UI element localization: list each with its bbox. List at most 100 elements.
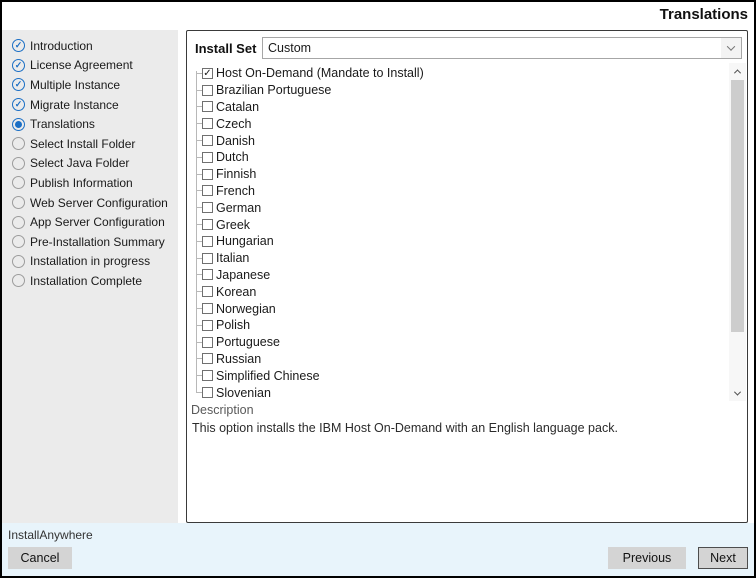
translation-option[interactable]: Japanese	[195, 267, 723, 284]
option-label: Portuguese	[216, 335, 280, 349]
scrollbar-thumb[interactable]	[731, 80, 744, 332]
option-label: German	[216, 201, 261, 215]
installanywhere-brand: InstallAnywhere	[8, 528, 93, 542]
option-label: Danish	[216, 134, 255, 148]
wizard-step: Web Server Configuration	[12, 193, 178, 213]
translation-option[interactable]: Russian	[195, 351, 723, 368]
checkbox[interactable]	[202, 337, 213, 348]
checkbox[interactable]	[202, 85, 213, 96]
title-bar: Translations	[2, 2, 754, 30]
translation-option[interactable]: Brazilian Portuguese	[195, 82, 723, 99]
step-complete-icon: ✓	[12, 78, 25, 91]
chevron-down-icon[interactable]	[721, 38, 741, 58]
wizard-steps: ✓Introduction✓License Agreement✓Multiple…	[12, 36, 178, 291]
translation-option[interactable]: Czech	[195, 115, 723, 132]
translation-option[interactable]: Finnish	[195, 166, 723, 183]
step-complete-icon: ✓	[12, 98, 25, 111]
scroll-up-icon[interactable]	[729, 63, 746, 79]
option-label: Greek	[216, 218, 250, 232]
previous-button[interactable]: Previous	[608, 547, 686, 569]
translation-option[interactable]: French	[195, 183, 723, 200]
option-label: Polish	[216, 318, 250, 332]
installer-window: Translations ✓Introduction✓License Agree…	[0, 0, 756, 578]
step-pending-icon	[12, 157, 25, 170]
wizard-step: ✓Multiple Instance	[12, 75, 178, 95]
checkbox[interactable]	[202, 269, 213, 280]
checkbox[interactable]	[202, 101, 213, 112]
step-complete-icon: ✓	[12, 39, 25, 52]
wizard-step: ✓ License Agreement	[12, 56, 178, 76]
translation-option[interactable]: Greek	[195, 216, 723, 233]
option-label: Brazilian Portuguese	[216, 83, 331, 97]
option-label: Korean	[216, 285, 256, 299]
option-label: Italian	[216, 251, 249, 265]
wizard-step: Select Java Folder	[12, 154, 178, 174]
checkbox[interactable]	[202, 253, 213, 264]
checkbox[interactable]	[202, 387, 213, 398]
step-pending-icon	[12, 255, 25, 268]
wizard-step-label: App Server Configuration	[30, 215, 165, 229]
wizard-step-label: Pre-Installation Summary	[30, 235, 165, 249]
checkbox[interactable]	[202, 185, 213, 196]
translation-option[interactable]: Norwegian	[195, 300, 723, 317]
option-label: Dutch	[216, 150, 249, 164]
checkbox[interactable]	[202, 135, 213, 146]
scroll-down-icon[interactable]	[729, 385, 746, 401]
checkbox[interactable]	[202, 118, 213, 129]
description-text: This option installs the IBM Host On-Dem…	[192, 421, 737, 435]
wizard-step-label: Select Java Folder	[30, 156, 129, 170]
wizard-step: Select Install Folder	[12, 134, 178, 154]
step-pending-icon	[12, 235, 25, 248]
footer-bar: InstallAnywhere Cancel Previous Next	[2, 523, 754, 576]
wizard-step-label: License Agreement	[30, 58, 133, 72]
translation-option[interactable]: Danish	[195, 132, 723, 149]
checkbox[interactable]	[202, 169, 213, 180]
option-label: Catalan	[216, 100, 259, 114]
option-label: Norwegian	[216, 302, 276, 316]
translation-option[interactable]: Portuguese	[195, 334, 723, 351]
main-panel: Install Set Custom ✓Host On-Demand (Mand…	[186, 30, 748, 523]
install-set-select[interactable]: Custom	[262, 37, 742, 59]
checkbox[interactable]	[202, 202, 213, 213]
translation-option[interactable]: Catalan	[195, 99, 723, 116]
wizard-step: App Server Configuration	[12, 212, 178, 232]
step-pending-icon	[12, 196, 25, 209]
checkbox[interactable]	[202, 219, 213, 230]
translation-option[interactable]: Hungarian	[195, 233, 723, 250]
step-complete-icon: ✓	[12, 59, 25, 72]
checkbox[interactable]	[202, 303, 213, 314]
translation-option[interactable]: Simplified Chinese	[195, 367, 723, 384]
translation-option[interactable]: Korean	[195, 283, 723, 300]
wizard-step: Installation Complete	[12, 271, 178, 291]
option-label: Czech	[216, 117, 251, 131]
cancel-button[interactable]: Cancel	[8, 547, 72, 569]
wizard-step-label: Select Install Folder	[30, 137, 135, 151]
description-label: Description	[191, 403, 254, 417]
option-label: French	[216, 184, 255, 198]
translation-options-list: ✓Host On-Demand (Mandate to Install)Braz…	[195, 65, 723, 403]
step-pending-icon	[12, 137, 25, 150]
checkbox[interactable]	[202, 236, 213, 247]
checkbox[interactable]: ✓	[202, 68, 213, 79]
step-pending-icon	[12, 216, 25, 229]
translation-option[interactable]: German	[195, 199, 723, 216]
checkbox[interactable]	[202, 353, 213, 364]
translation-option[interactable]: ✓Host On-Demand (Mandate to Install)	[195, 65, 723, 82]
translation-option[interactable]: Slovenian	[195, 384, 723, 401]
checkbox[interactable]	[202, 152, 213, 163]
checkbox[interactable]	[202, 286, 213, 297]
install-set-label: Install Set	[195, 41, 256, 56]
install-set-value: Custom	[263, 41, 721, 55]
wizard-step-label: Migrate Instance	[30, 98, 119, 112]
translation-option[interactable]: Dutch	[195, 149, 723, 166]
wizard-step-label: Web Server Configuration	[30, 196, 168, 210]
wizard-sidebar: ✓Introduction✓License Agreement✓Multiple…	[2, 30, 178, 523]
checkbox[interactable]	[202, 320, 213, 331]
next-button[interactable]: Next	[698, 547, 748, 569]
step-pending-icon	[12, 274, 25, 287]
checkbox[interactable]	[202, 370, 213, 381]
translation-option[interactable]: Polish	[195, 317, 723, 334]
page-title: Translations	[660, 6, 748, 23]
translation-option[interactable]: Italian	[195, 250, 723, 267]
scrollbar[interactable]	[729, 63, 746, 401]
